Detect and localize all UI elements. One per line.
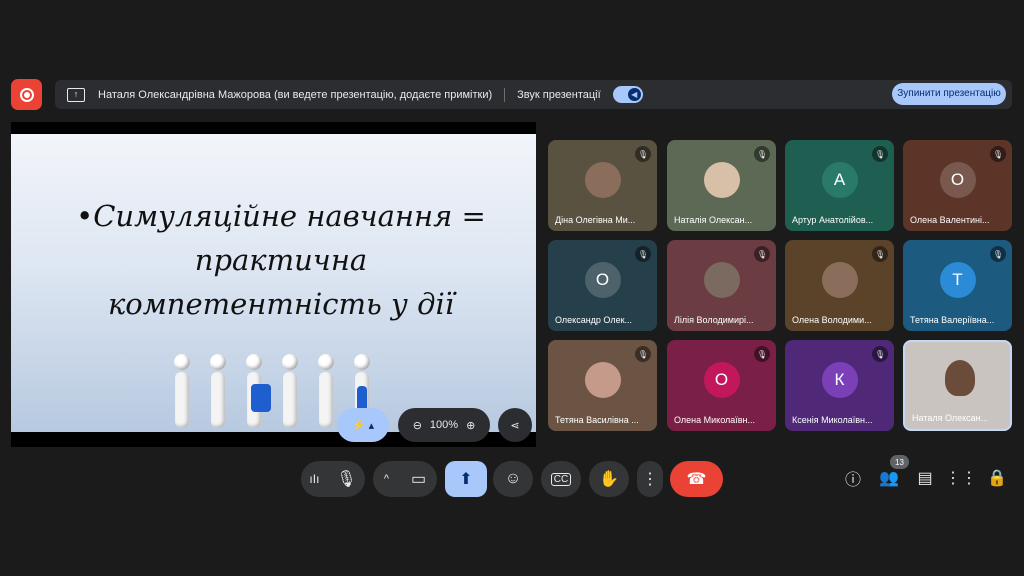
video-feed bbox=[945, 360, 975, 396]
record-icon bbox=[19, 87, 34, 102]
zoom-in-icon[interactable]: ⊕ bbox=[466, 419, 475, 432]
avatar: Т bbox=[939, 262, 976, 299]
present-screen-icon: ↑ bbox=[67, 87, 85, 102]
avatar bbox=[703, 262, 740, 299]
participant-tile[interactable]: О 🎙 Олена Миколаївн... bbox=[667, 340, 776, 431]
participant-tile[interactable]: Т 🎙 Тетяна Валеріївна... bbox=[903, 240, 1012, 331]
participant-name: Наталія Олексан... bbox=[674, 215, 753, 225]
slide: •Симуляційне навчання = практична компет… bbox=[11, 134, 536, 432]
meeting-info-icon[interactable]: ⓘ bbox=[842, 467, 864, 489]
avatar: О bbox=[584, 262, 621, 299]
avatar: О bbox=[939, 162, 976, 199]
avatar: К bbox=[821, 362, 858, 399]
recording-indicator[interactable] bbox=[11, 79, 42, 110]
microphone-icon: 🎙 bbox=[336, 471, 357, 488]
mic-off-icon: 🎙 bbox=[635, 146, 651, 162]
divider bbox=[504, 87, 506, 102]
captions-icon: CC bbox=[550, 472, 572, 486]
participant-name: Олена Володими... bbox=[792, 315, 872, 325]
mic-off-icon: 🎙 bbox=[754, 146, 770, 162]
avatar bbox=[703, 162, 740, 199]
mic-off-icon: 🎙 bbox=[872, 246, 888, 262]
leave-call-button[interactable]: ☎ bbox=[670, 461, 723, 497]
slide-line: практична bbox=[194, 243, 368, 277]
more-options-button[interactable]: ⋮ bbox=[637, 461, 663, 497]
participant-name: Тетяна Василівна ... bbox=[555, 415, 639, 425]
present-screen-icon: ⬆ bbox=[459, 471, 473, 488]
camera-icon: ▭ bbox=[410, 471, 427, 488]
mic-off-icon: 🎙 bbox=[990, 246, 1006, 262]
pen-icon: ⚡ ▴ bbox=[351, 419, 375, 432]
participant-tile[interactable]: 🎙 Наталія Олексан... bbox=[667, 140, 776, 231]
presenting-banner: ↑ Наталя Олександрівна Мажорова (ви веде… bbox=[55, 80, 1012, 109]
presenter-text: Наталя Олександрівна Мажорова (ви ведете… bbox=[98, 88, 493, 101]
presentation-sound-toggle[interactable]: ◀ bbox=[612, 86, 643, 103]
slide-text: •Симуляційне навчання = практична компет… bbox=[51, 194, 511, 326]
participant-tile[interactable]: А 🎙 Артур Анатолійов... bbox=[785, 140, 894, 231]
avatar: О bbox=[703, 362, 740, 399]
mic-off-icon: 🎙 bbox=[754, 346, 770, 362]
host-controls-icon[interactable]: 🔒 bbox=[986, 467, 1008, 489]
participant-tile[interactable]: К 🎙 Ксенія Миколаївн... bbox=[785, 340, 894, 431]
participant-name: Тетяна Валеріївна... bbox=[910, 315, 995, 325]
participant-tile[interactable]: 🎙 Олена Володими... bbox=[785, 240, 894, 331]
annotate-button[interactable]: ⚡ ▴ bbox=[337, 408, 389, 442]
participant-tile[interactable]: О 🎙 Олександр Олек... bbox=[548, 240, 657, 331]
participant-tile[interactable]: 🎙 Тетяна Василівна ... bbox=[548, 340, 657, 431]
participant-name: Діна Олегівна Ми... bbox=[555, 215, 636, 225]
mic-off-icon: 🎙 bbox=[754, 246, 770, 262]
raise-hand-button[interactable]: ✋ bbox=[589, 461, 629, 497]
share-icon[interactable]: ⋖ bbox=[498, 408, 532, 442]
audio-levels-icon: ıIı bbox=[309, 472, 320, 486]
participant-name: Олександр Олек... bbox=[555, 315, 633, 325]
people-icon[interactable]: 👥 bbox=[878, 467, 900, 489]
presentation-view: •Симуляційне навчання = практична компет… bbox=[11, 122, 536, 447]
presentation-sound-label: Звук презентації bbox=[517, 88, 601, 101]
participant-name: Ксенія Миколаївн... bbox=[792, 415, 873, 425]
reactions-button[interactable]: ☺ bbox=[493, 461, 533, 497]
mic-off-icon: 🎙 bbox=[635, 246, 651, 262]
activities-icon[interactable]: ⋮⋮ bbox=[945, 467, 977, 489]
avatar: А bbox=[821, 162, 858, 199]
participant-tile[interactable]: 🎙 Лілія Володимирі... bbox=[667, 240, 776, 331]
chevron-up-icon: ^ bbox=[383, 473, 390, 485]
audio-levels-button[interactable]: ıIı 🎙 bbox=[301, 461, 365, 497]
zoom-out-icon[interactable]: ⊖ bbox=[413, 419, 422, 432]
speaker-icon: ◀ bbox=[627, 88, 641, 101]
slide-line: компетентність у дії bbox=[107, 287, 455, 321]
mic-off-icon: 🎙 bbox=[872, 346, 888, 362]
slide-line: •Симуляційне навчання = bbox=[76, 199, 486, 233]
chat-icon[interactable]: ▤ bbox=[914, 467, 936, 489]
mic-off-icon: 🎙 bbox=[990, 146, 1006, 162]
participant-tile[interactable]: О 🎙 Олена Валентині... bbox=[903, 140, 1012, 231]
mic-off-icon: 🎙 bbox=[872, 146, 888, 162]
zoom-level: 100% bbox=[429, 419, 459, 431]
participant-tile[interactable]: 🎙 Діна Олегівна Ми... bbox=[548, 140, 657, 231]
participant-name: Артур Анатолійов... bbox=[792, 215, 874, 225]
camera-button[interactable]: ^ ▭ bbox=[373, 461, 437, 497]
emoji-icon: ☺ bbox=[504, 470, 522, 487]
participant-tile[interactable]: Наталя Олексан... bbox=[903, 340, 1012, 431]
more-vert-icon: ⋮ bbox=[642, 471, 658, 488]
hand-icon: ✋ bbox=[599, 471, 619, 488]
avatar bbox=[821, 262, 858, 299]
participant-name: Наталя Олексан... bbox=[912, 413, 989, 423]
avatar bbox=[584, 162, 621, 199]
present-now-button[interactable]: ⬆ bbox=[445, 461, 487, 497]
avatar bbox=[584, 362, 621, 399]
phone-hangup-icon: ☎ bbox=[686, 471, 707, 488]
participant-name: Олена Валентині... bbox=[910, 215, 990, 225]
stop-presenting-button[interactable]: Зупинити презентацію bbox=[892, 83, 1006, 105]
captions-button[interactable]: CC bbox=[541, 461, 581, 497]
participant-name: Олена Миколаївн... bbox=[674, 415, 756, 425]
mic-off-icon: 🎙 bbox=[635, 346, 651, 362]
participant-name: Лілія Володимирі... bbox=[674, 315, 754, 325]
zoom-controls: ⊖ 100% ⊕ bbox=[398, 408, 490, 442]
